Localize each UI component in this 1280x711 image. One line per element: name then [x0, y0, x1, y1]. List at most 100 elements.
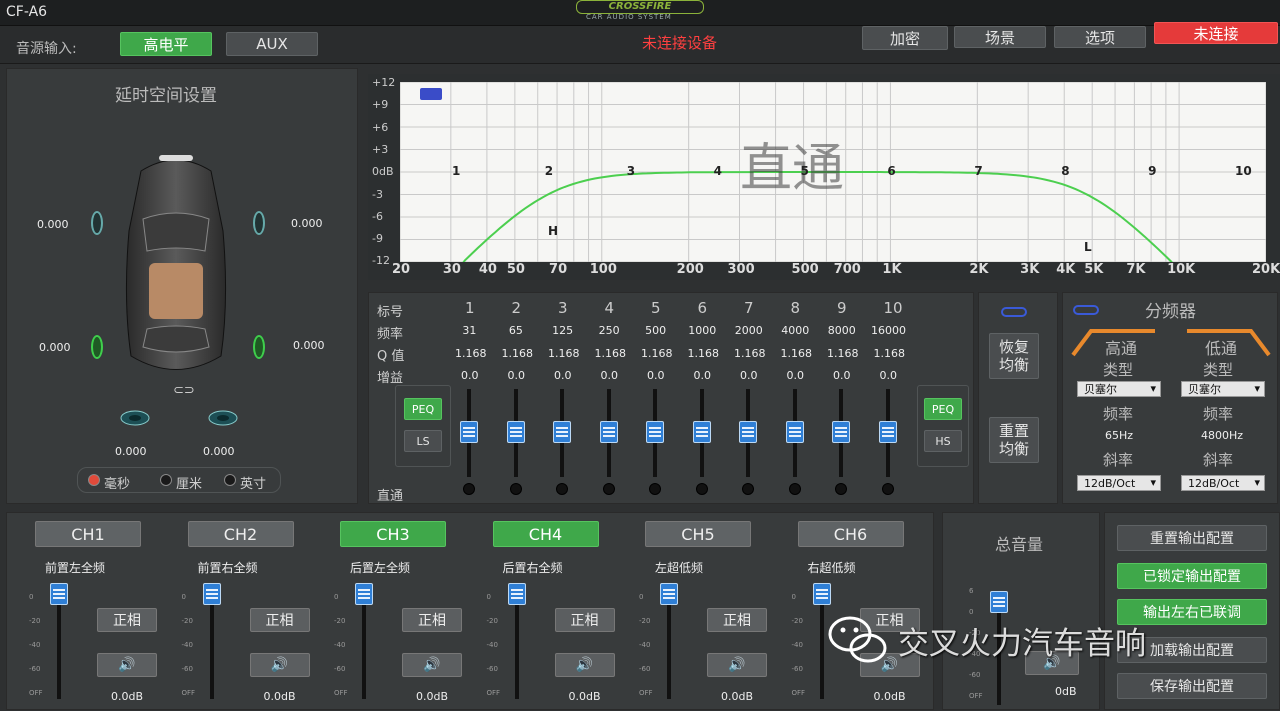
eq-band-bypass-knob[interactable]	[788, 483, 801, 495]
eq-band-gain[interactable]: 0.0	[508, 369, 526, 382]
eq-band-slider[interactable]	[739, 421, 757, 443]
eq-band-gain[interactable]: 0.0	[787, 369, 805, 382]
eq-band-bypass-knob[interactable]	[509, 483, 522, 495]
eq-band-slider[interactable]	[646, 421, 664, 443]
speaker-rear-right-icon[interactable]	[253, 335, 265, 359]
encrypt-button[interactable]: 加密	[862, 26, 948, 50]
eq-band-q[interactable]: 1.168	[455, 347, 487, 360]
scene-button[interactable]: 场景	[954, 26, 1046, 48]
eq-band-freq[interactable]: 31	[462, 324, 476, 337]
channel-fader-track[interactable]	[209, 593, 214, 699]
channel-fader-track[interactable]	[667, 593, 671, 699]
source-high-level-button[interactable]: 高电平	[120, 32, 212, 56]
eq-band-freq[interactable]: 2000	[735, 324, 763, 337]
channel-phase-button[interactable]: 正相	[707, 608, 767, 632]
eq-band-q[interactable]: 1.168	[874, 347, 906, 360]
eq-graph-plot[interactable]: 直通 1 2 3 4 5 6 7 8 9 10 H L	[399, 81, 1267, 267]
connect-button[interactable]: 未连接	[1154, 22, 1278, 44]
eq-band-gain[interactable]: 0.0	[647, 369, 665, 382]
highpass-slope-select[interactable]: 12dB/Oct	[1077, 475, 1161, 491]
eq-band-gain[interactable]: 0.0	[601, 369, 619, 382]
eq-band-slider[interactable]	[832, 421, 850, 443]
channel-fader[interactable]	[660, 583, 678, 605]
eq-band-bypass-knob[interactable]	[556, 483, 568, 495]
unit-ms-radio[interactable]	[88, 474, 100, 486]
lowpass-freq-value[interactable]: 4800Hz	[1201, 429, 1243, 442]
channel-phase-button[interactable]: 正相	[97, 608, 157, 632]
eq-band-slider[interactable]	[460, 421, 478, 443]
eq-band-gain[interactable]: 0.0	[694, 369, 712, 382]
eq-band-freq[interactable]: 65	[509, 324, 523, 337]
eq-band-freq[interactable]: 125	[552, 324, 573, 337]
eq-band-bypass-knob[interactable]	[695, 483, 708, 495]
peq-left-button[interactable]: PEQ	[404, 398, 442, 420]
eq-band-marker[interactable]: 1	[452, 164, 460, 178]
eq-band-gain[interactable]: 0.0	[880, 369, 898, 382]
channel-select-button[interactable]: CH2	[187, 521, 294, 547]
speaker-rear-left-icon[interactable]	[91, 335, 103, 359]
highpass-type-select[interactable]: 贝塞尔	[1077, 381, 1161, 397]
options-button[interactable]: 选项	[1054, 26, 1146, 48]
channel-mute-button[interactable]: 🔊	[249, 653, 310, 677]
eq-band-freq[interactable]: 500	[645, 324, 666, 337]
channel-fader[interactable]	[507, 583, 526, 605]
highpass-freq-value[interactable]: 65Hz	[1105, 429, 1133, 442]
eq-band-slider[interactable]	[692, 421, 711, 443]
eq-band-gain[interactable]: 0.0	[461, 369, 479, 382]
save-output-config-button[interactable]: 保存输出配置	[1117, 673, 1267, 699]
eq-band-q[interactable]: 1.168	[734, 347, 766, 360]
eq-band-q[interactable]: 1.168	[827, 347, 859, 360]
lock-output-config-button[interactable]: 已锁定输出配置	[1117, 563, 1267, 589]
channel-select-button[interactable]: CH3	[340, 521, 446, 547]
channel-phase-button[interactable]: 正相	[554, 608, 615, 632]
source-aux-button[interactable]: AUX	[226, 32, 318, 56]
channel-fader[interactable]	[202, 583, 221, 605]
eq-band-bypass-knob[interactable]	[742, 483, 754, 495]
eq-band-freq[interactable]: 1000	[688, 324, 716, 337]
eq-band-freq[interactable]: 8000	[828, 324, 856, 337]
channel-mute-button[interactable]: 🔊	[707, 653, 767, 677]
eq-bypass-label[interactable]: 直通	[377, 485, 403, 504]
lowpass-slope-select[interactable]: 12dB/Oct	[1181, 475, 1265, 491]
eq-band-q[interactable]: 1.168	[548, 347, 580, 360]
channel-fader-track[interactable]	[57, 593, 61, 699]
eq-band-slider[interactable]	[878, 421, 897, 443]
channel-select-button[interactable]: CH6	[797, 521, 904, 547]
subwoofer-right-icon[interactable]	[207, 409, 239, 431]
eq-band-slider[interactable]	[553, 421, 571, 443]
eq-band-q[interactable]: 1.168	[595, 347, 627, 360]
channel-phase-button[interactable]: 正相	[249, 608, 310, 632]
reset-eq-button[interactable]: 重置均衡	[989, 417, 1039, 463]
channel-fader-track[interactable]	[362, 593, 366, 699]
channel-select-button[interactable]: CH5	[645, 521, 751, 547]
channel-fader[interactable]	[355, 583, 373, 605]
channel-mute-button[interactable]: 🔊	[554, 653, 615, 677]
eq-band-marker[interactable]: 3	[627, 164, 635, 178]
high-shelf-button[interactable]: HS	[924, 430, 962, 452]
restore-eq-button[interactable]: 恢复均衡	[989, 333, 1039, 379]
link-icon[interactable]: ⊂⊃	[173, 383, 195, 398]
eq-band-gain[interactable]: 0.0	[740, 369, 758, 382]
eq-link-icon[interactable]	[1001, 307, 1027, 317]
eq-band-bypass-knob[interactable]	[835, 483, 847, 495]
eq-band-q[interactable]: 1.168	[781, 347, 813, 360]
eq-band-marker[interactable]: 6	[887, 164, 895, 178]
eq-band-slider[interactable]	[506, 421, 525, 443]
eq-band-freq[interactable]: 16000	[871, 324, 906, 337]
eq-band-bypass-knob[interactable]	[649, 483, 661, 495]
eq-band-marker[interactable]: 4	[714, 164, 722, 178]
eq-band-marker[interactable]: 7	[974, 164, 982, 178]
eq-band-gain[interactable]: 0.0	[554, 369, 572, 382]
eq-band-bypass-knob[interactable]	[602, 483, 615, 495]
graph-link-icon[interactable]	[420, 88, 442, 100]
highpass-marker[interactable]: H	[548, 224, 558, 238]
channel-mute-button[interactable]: 🔊	[402, 653, 462, 677]
reset-output-config-button[interactable]: 重置输出配置	[1117, 525, 1267, 551]
crossover-link-icon[interactable]	[1073, 305, 1099, 315]
speaker-front-left-icon[interactable]	[91, 211, 103, 235]
lowpass-type-select[interactable]: 贝塞尔	[1181, 381, 1265, 397]
eq-band-marker[interactable]: 9	[1148, 164, 1156, 178]
channel-fader-track[interactable]	[514, 593, 519, 699]
eq-band-freq[interactable]: 250	[599, 324, 620, 337]
eq-band-marker[interactable]: 8	[1061, 164, 1069, 178]
